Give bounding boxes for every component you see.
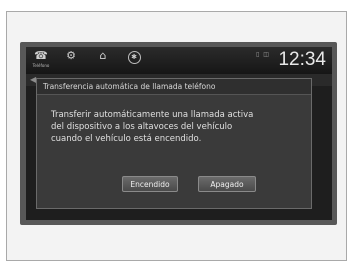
- fm-button[interactable]: ⌂: [90, 49, 116, 73]
- infotainment-screen: ☎ Teléfono ⚙ ⌂ ✱ ▯ ◫ 12:34 ◀ Transferenc…: [26, 47, 332, 220]
- settings-button[interactable]: ✱: [121, 49, 147, 73]
- dialog-message-line: del dispositivo a los altavoces del vehí…: [51, 122, 233, 132]
- on-button[interactable]: Encendido: [122, 176, 178, 192]
- status-bar: ☎ Teléfono ⚙ ⌂ ✱ ▯ ◫ 12:34: [26, 47, 332, 74]
- status-indicator-icons: ▯ ◫: [256, 51, 270, 58]
- dialog-message-line: cuando el vehículo está encendido.: [51, 134, 202, 144]
- settings-icon: ✱: [127, 51, 141, 64]
- dialog-message: Transferir automáticamente una llamada a…: [51, 109, 307, 145]
- off-button[interactable]: Apagado: [198, 176, 256, 192]
- page: ☎ Teléfono ⚙ ⌂ ✱ ▯ ◫ 12:34 ◀ Transferenc…: [0, 0, 356, 267]
- phone-icon: ☎: [34, 49, 48, 62]
- hfl-button[interactable]: ⚙: [58, 49, 84, 73]
- dialog-message-line: Transferir automáticamente una llamada a…: [51, 110, 254, 120]
- fm-icon: ⌂: [99, 49, 107, 62]
- dialog-title: Transferencia automática de llamada telé…: [37, 79, 311, 95]
- phone-button[interactable]: ☎ Teléfono: [28, 49, 54, 73]
- phone-button-label: Teléfono: [32, 63, 50, 68]
- auto-transfer-dialog: Transferencia automática de llamada telé…: [36, 78, 312, 209]
- clock: 12:34: [278, 49, 326, 70]
- hfl-icon: ⚙: [66, 49, 76, 62]
